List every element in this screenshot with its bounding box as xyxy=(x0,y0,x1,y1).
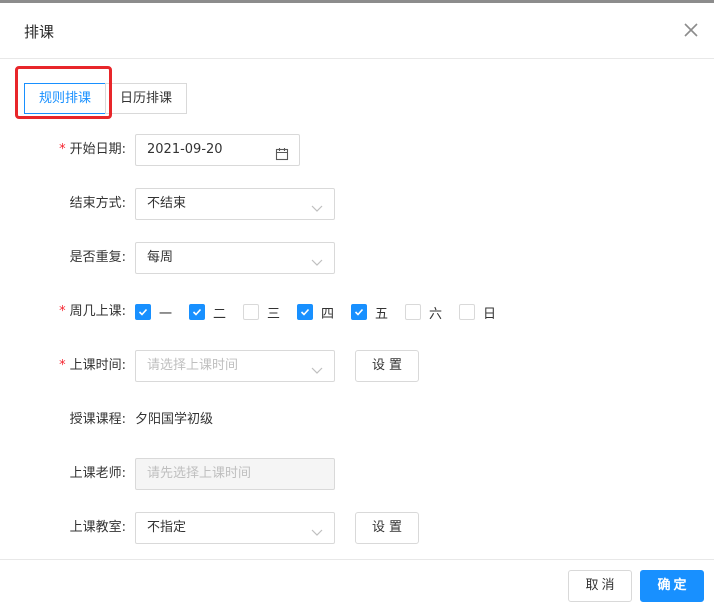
tab-rule-schedule[interactable]: 规则排课 xyxy=(24,83,107,114)
end-mode-value: 不结束 xyxy=(147,196,187,211)
dialog-footer: 取消 确定 xyxy=(0,559,714,608)
checkbox-checked[interactable] xyxy=(297,304,313,320)
chevron-down-icon xyxy=(310,359,324,374)
required-mark: * xyxy=(59,358,66,373)
start-date-row: * 开始日期: 2021-09-20 xyxy=(0,134,714,166)
end-mode-label: 结束方式: xyxy=(69,196,126,211)
chevron-down-icon xyxy=(310,251,324,266)
classroom-select[interactable]: 不指定 xyxy=(135,512,335,544)
teacher-label: 上课老师: xyxy=(69,466,126,481)
weekday-fri[interactable]: 五 xyxy=(351,303,389,322)
tab-calendar-schedule[interactable]: 日历排课 xyxy=(105,83,188,114)
teacher-select-disabled: 请先选择上课时间 xyxy=(135,458,335,490)
chevron-down-icon xyxy=(310,521,324,536)
weekday-wed[interactable]: 三 xyxy=(243,303,281,322)
checkbox-unchecked[interactable] xyxy=(405,304,421,320)
checkbox-checked[interactable] xyxy=(189,304,205,320)
cancel-button[interactable]: 取消 xyxy=(568,570,632,602)
close-icon[interactable] xyxy=(680,19,702,41)
weekday-thu[interactable]: 四 xyxy=(297,303,335,322)
start-date-label: * 开始日期: xyxy=(59,142,126,157)
classroom-settings-button[interactable]: 设置 xyxy=(355,512,419,544)
dialog-title: 排课 xyxy=(24,23,55,41)
required-mark: * xyxy=(59,142,66,157)
weekday-tue[interactable]: 二 xyxy=(189,303,227,322)
class-time-label: * 上课时间: xyxy=(59,358,126,373)
class-time-settings-button[interactable]: 设置 xyxy=(355,350,419,382)
repeat-select[interactable]: 每周 xyxy=(135,242,335,274)
weekday-sat[interactable]: 六 xyxy=(405,303,443,322)
start-date-value: 2021-09-20 xyxy=(147,142,223,157)
weekdays-label: * 周几上课: xyxy=(59,304,126,319)
course-row: 授课课程: 夕阳国学初级 xyxy=(0,404,714,436)
course-label: 授课课程: xyxy=(69,412,126,427)
chevron-down-icon xyxy=(310,197,324,212)
checkbox-unchecked[interactable] xyxy=(459,304,475,320)
start-date-picker[interactable]: 2021-09-20 xyxy=(135,134,300,166)
classroom-row: 上课教室: 不指定 设置 xyxy=(0,512,714,544)
checkbox-checked[interactable] xyxy=(351,304,367,320)
weekday-checkbox-group: 一 二 三 四 五 六 日 xyxy=(135,296,513,328)
end-mode-row: 结束方式: 不结束 xyxy=(0,188,714,220)
class-time-placeholder: 请选择上课时间 xyxy=(147,358,239,373)
repeat-value: 每周 xyxy=(147,250,174,265)
classroom-label: 上课教室: xyxy=(69,520,126,535)
checkbox-unchecked[interactable] xyxy=(243,304,259,320)
required-mark: * xyxy=(59,304,66,319)
calendar-icon xyxy=(275,143,289,161)
dialog-header: 排课 xyxy=(0,3,714,59)
schedule-mode-tabs: 规则排课 日历排课 xyxy=(24,83,188,114)
classroom-value: 不指定 xyxy=(147,520,187,535)
weekday-mon[interactable]: 一 xyxy=(135,303,173,322)
confirm-button[interactable]: 确定 xyxy=(640,570,704,602)
checkbox-checked[interactable] xyxy=(135,304,151,320)
end-mode-select[interactable]: 不结束 xyxy=(135,188,335,220)
teacher-row: 上课老师: 请先选择上课时间 xyxy=(0,458,714,490)
repeat-row: 是否重复: 每周 xyxy=(0,242,714,274)
class-time-row: * 上课时间: 请选择上课时间 设置 xyxy=(0,350,714,382)
weekdays-row: * 周几上课: 一 二 三 四 五 六 日 xyxy=(0,296,714,328)
repeat-label: 是否重复: xyxy=(69,250,126,265)
class-time-select[interactable]: 请选择上课时间 xyxy=(135,350,335,382)
weekday-sun[interactable]: 日 xyxy=(459,303,497,322)
teacher-placeholder: 请先选择上课时间 xyxy=(147,466,252,481)
course-value: 夕阳国学初级 xyxy=(135,412,214,427)
